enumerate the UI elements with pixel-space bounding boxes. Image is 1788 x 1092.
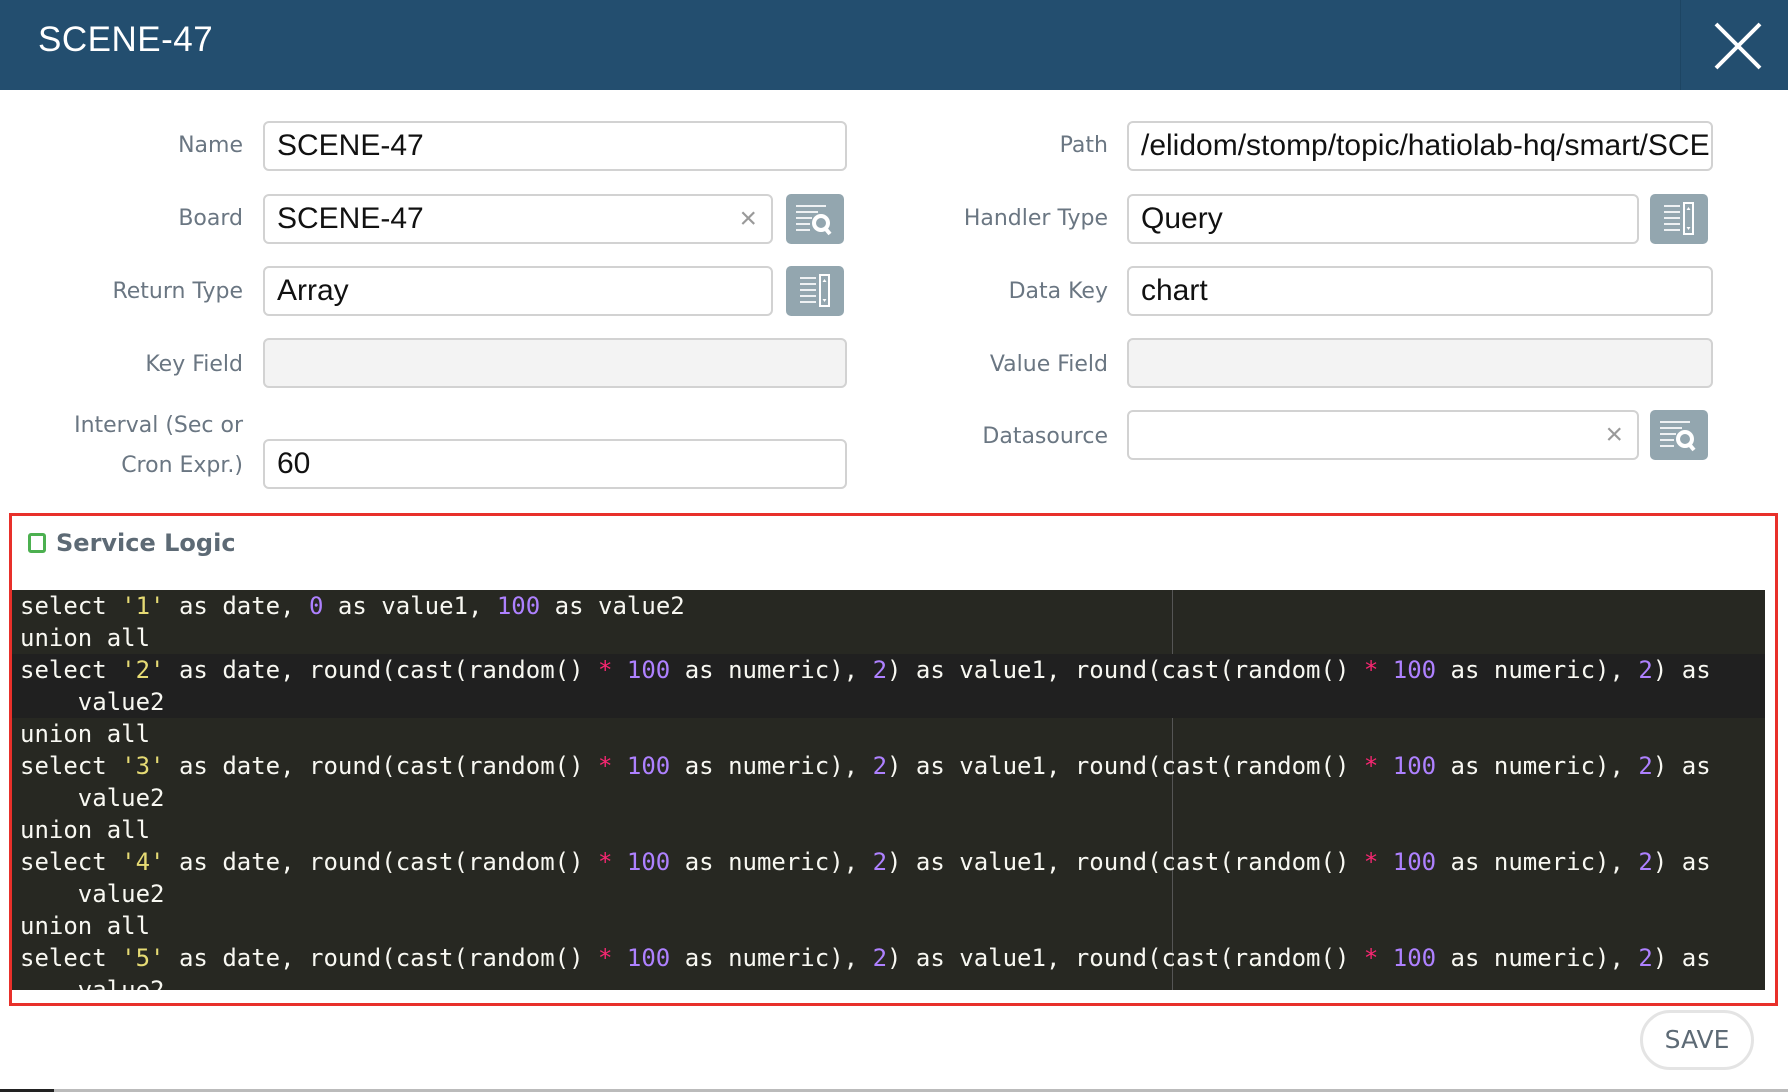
- number-token: 2: [1638, 944, 1653, 972]
- dialog-title: SCENE-47: [38, 20, 214, 59]
- value-field-input[interactable]: [1127, 338, 1713, 388]
- clear-icon[interactable]: ×: [1605, 412, 1623, 458]
- close-icon[interactable]: [1712, 22, 1764, 70]
- number-token: 2: [1638, 752, 1653, 780]
- path-input[interactable]: /elidom/stomp/topic/hatiolab-hq/smart/SC…: [1127, 121, 1713, 171]
- operator-token: *: [598, 944, 613, 972]
- operator-token: *: [598, 656, 613, 684]
- divider: [1680, 0, 1681, 90]
- board-input[interactable]: SCENE-47 ×: [263, 194, 773, 244]
- code-line[interactable]: union all: [12, 910, 1765, 942]
- string-token: '2': [121, 656, 165, 684]
- code-editor[interactable]: select '1' as date, 0 as value1, 100 as …: [12, 590, 1765, 990]
- list-search-icon: [796, 205, 832, 236]
- number-token: 2: [872, 944, 888, 972]
- number-token: 100: [626, 656, 671, 684]
- clear-icon[interactable]: ×: [739, 196, 757, 242]
- board-search-button[interactable]: [786, 194, 844, 244]
- string-token: '1': [121, 592, 165, 620]
- service-logic-header: Service Logic: [28, 529, 236, 557]
- handler-type-input[interactable]: Query: [1127, 194, 1639, 244]
- board-label: Board: [178, 206, 243, 231]
- operator-token: *: [1363, 848, 1379, 876]
- code-line[interactable]: union all: [12, 814, 1765, 846]
- list-select-icon: [1664, 202, 1694, 235]
- datasource-input[interactable]: ×: [1127, 410, 1639, 460]
- interval-input[interactable]: 60: [263, 439, 847, 489]
- number-token: 2: [1638, 848, 1653, 876]
- operator-token: *: [1363, 752, 1379, 780]
- handler-type-label: Handler Type: [963, 206, 1108, 231]
- handler-type-select-button[interactable]: [1650, 194, 1708, 244]
- number-token: 2: [872, 752, 888, 780]
- service-logic-checkbox[interactable]: [28, 533, 46, 553]
- datasource-search-button[interactable]: [1650, 410, 1708, 460]
- interval-label-line2: Cron Expr.): [121, 453, 243, 478]
- string-token: '4': [121, 848, 165, 876]
- code-line[interactable]: union all: [12, 622, 1765, 654]
- key-field-input[interactable]: [263, 338, 847, 388]
- return-type-input[interactable]: Array: [263, 266, 773, 316]
- dialog-header: SCENE-47: [0, 0, 1788, 90]
- list-select-icon: [800, 274, 830, 307]
- operator-token: *: [598, 848, 613, 876]
- number-token: 2: [1638, 656, 1653, 684]
- service-logic-label: Service Logic: [56, 529, 236, 557]
- code-line[interactable]: union all: [12, 718, 1765, 750]
- value-field-label: Value Field: [989, 352, 1108, 377]
- number-token: 100: [1392, 848, 1437, 876]
- datasource-label: Datasource: [982, 424, 1108, 449]
- operator-token: *: [598, 752, 613, 780]
- list-search-icon: [1660, 421, 1696, 452]
- interval-label-line1: Interval (Sec or: [74, 413, 243, 438]
- code-line[interactable]: select '2' as date, round(cast(random() …: [12, 654, 1765, 718]
- board-value: SCENE-47: [277, 202, 424, 235]
- code-line[interactable]: select '5' as date, round(cast(random() …: [12, 942, 1765, 990]
- name-input[interactable]: SCENE-47: [263, 121, 847, 171]
- operator-token: *: [1363, 944, 1379, 972]
- number-token: 100: [626, 848, 671, 876]
- number-token: 100: [626, 944, 671, 972]
- number-token: 100: [1392, 656, 1437, 684]
- code-line[interactable]: select '4' as date, round(cast(random() …: [12, 846, 1765, 910]
- number-token: 2: [872, 656, 888, 684]
- return-type-label: Return Type: [112, 279, 243, 304]
- save-button[interactable]: SAVE: [1640, 1010, 1754, 1070]
- key-field-label: Key Field: [145, 352, 243, 377]
- string-token: '3': [121, 752, 165, 780]
- code-line[interactable]: select '1' as date, 0 as value1, 100 as …: [12, 590, 1765, 622]
- number-token: 100: [1392, 944, 1437, 972]
- name-label: Name: [178, 133, 243, 158]
- number-token: 2: [872, 848, 888, 876]
- code-line[interactable]: select '3' as date, round(cast(random() …: [12, 750, 1765, 814]
- return-type-select-button[interactable]: [786, 266, 844, 316]
- number-token: 100: [1392, 752, 1437, 780]
- data-key-label: Data Key: [1008, 279, 1108, 304]
- number-token: 0: [309, 592, 324, 620]
- number-token: 100: [626, 752, 671, 780]
- data-key-input[interactable]: chart: [1127, 266, 1713, 316]
- string-token: '5': [121, 944, 165, 972]
- path-label: Path: [1059, 133, 1108, 158]
- operator-token: *: [1363, 656, 1379, 684]
- number-token: 100: [496, 592, 541, 620]
